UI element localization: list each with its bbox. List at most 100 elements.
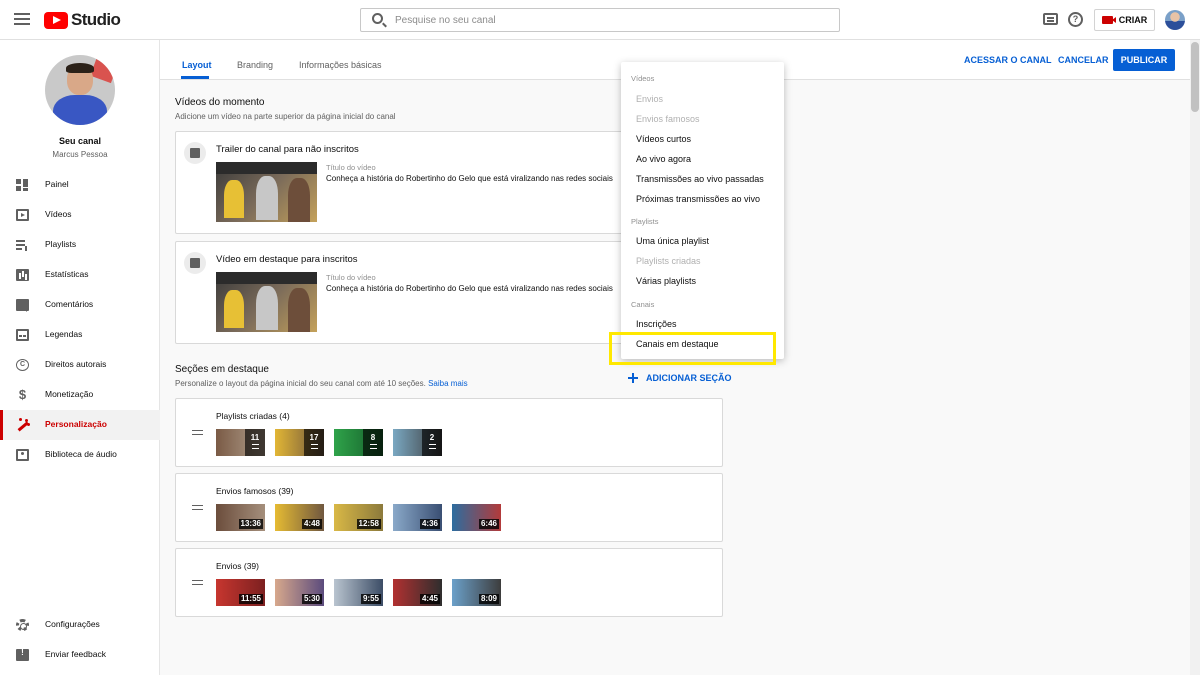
sidebar-item-feedback[interactable]: Enviar feedback: [0, 640, 160, 670]
menu-group-videos: Vídeos: [631, 74, 655, 83]
drag-handle-icon[interactable]: [192, 580, 203, 585]
drag-handle-icon[interactable]: [192, 430, 203, 435]
video-thumbnail[interactable]: 9:55: [334, 579, 383, 606]
menu-item-live-now[interactable]: Ao vivo agora: [636, 154, 691, 164]
video-thumbnail[interactable]: 4:48: [275, 504, 324, 531]
top-bar: Studio ? CRIAR: [0, 0, 1200, 40]
playlist-icon: [251, 444, 259, 449]
video-title-label: Título do vídeo: [326, 273, 376, 282]
spotlight-subtitle: Adicione um vídeo na parte superior da p…: [175, 112, 396, 121]
scrollbar-thumb[interactable]: [1191, 42, 1199, 112]
video-duration: 5:30: [301, 594, 322, 604]
playlist-thumbnail[interactable]: 17: [275, 429, 324, 456]
video-duration: 9:55: [360, 594, 381, 604]
create-button[interactable]: CRIAR: [1094, 9, 1155, 31]
playlist-thumbnail[interactable]: 8: [334, 429, 383, 456]
video-duration: 4:45: [419, 594, 440, 604]
sidebar-item-dashboard[interactable]: Painel: [0, 170, 160, 200]
magic-wand-icon: [16, 419, 29, 431]
menu-item-single-playlist[interactable]: Uma única playlist: [636, 236, 709, 246]
messages-icon[interactable]: [1043, 13, 1058, 25]
playlist-thumbnail[interactable]: 11: [216, 429, 265, 456]
account-avatar[interactable]: [1165, 10, 1185, 30]
menu-item-created-playlists: Playlists criadas: [636, 256, 701, 266]
sidebar-item-videos[interactable]: Vídeos: [0, 200, 160, 230]
search-input[interactable]: [395, 12, 815, 28]
video-thumbnail[interactable]: 4:36: [393, 504, 442, 531]
film-icon: [184, 142, 206, 164]
video-thumbnail[interactable]: [216, 272, 317, 332]
video-thumbnail[interactable]: 6:46: [452, 504, 501, 531]
tab-basic-info[interactable]: Informações básicas: [299, 60, 382, 70]
sidebar-item-label: Estatísticas: [45, 269, 89, 279]
featured-sections-subtitle: Personalize o layout da página inicial d…: [175, 379, 468, 388]
video-thumbnail[interactable]: 13:36: [216, 504, 265, 531]
menu-item-multiple-playlists[interactable]: Várias playlists: [636, 276, 696, 286]
active-tab-indicator: [181, 76, 209, 79]
menu-item-past-live[interactable]: Transmissões ao vivo passadas: [636, 174, 764, 184]
section-name: Envios famosos (39): [216, 486, 294, 496]
video-thumbnail[interactable]: [216, 162, 317, 222]
video-duration: 12:58: [356, 519, 381, 529]
video-thumbnail[interactable]: 8:09: [452, 579, 501, 606]
video-thumbnail[interactable]: 4:45: [393, 579, 442, 606]
menu-item-upcoming-live[interactable]: Próximas transmissões ao vivo: [636, 194, 760, 204]
search-icon[interactable]: [372, 13, 383, 24]
channel-avatar[interactable]: [45, 55, 115, 125]
sidebar-item-copyright[interactable]: C Direitos autorais: [0, 350, 160, 380]
video-duration: 8:09: [478, 594, 499, 604]
sidebar-item-label: Playlists: [45, 239, 77, 249]
video-title: Conheça a história do Robertinho do Gelo…: [326, 174, 613, 183]
sidebar-item-playlists[interactable]: Playlists: [0, 230, 160, 260]
menu-item-subscriptions[interactable]: Inscrições: [636, 319, 677, 329]
sidebar-item-subtitles[interactable]: Legendas: [0, 320, 160, 350]
tab-layout[interactable]: Layout: [182, 60, 212, 70]
view-channel-button[interactable]: ACESSAR O CANAL: [964, 55, 1052, 65]
video-duration: 4:48: [301, 519, 322, 529]
copyright-icon: C: [16, 359, 29, 371]
playlist-count: 17: [309, 433, 319, 442]
menu-item-shorts[interactable]: Vídeos curtos: [636, 134, 691, 144]
featured-video-icon: [184, 252, 206, 274]
video-title-label: Título do vídeo: [326, 163, 376, 172]
menu-group-channels: Canais: [631, 300, 655, 309]
sidebar-item-settings[interactable]: Configurações: [0, 610, 160, 640]
sidebar-item-customization[interactable]: Personalização: [0, 410, 160, 440]
sidebar-item-label: Direitos autorais: [45, 359, 107, 369]
video-duration: 4:36: [419, 519, 440, 529]
page-scrollbar[interactable]: [1190, 40, 1200, 675]
section-popular-uploads[interactable]: Envios famosos (39) 13:36 4:48 12:58 4:3…: [175, 473, 723, 542]
sidebar-item-label: Comentários: [45, 299, 94, 309]
help-icon[interactable]: ?: [1068, 12, 1083, 27]
analytics-icon: [16, 269, 29, 281]
video-duration: 6:46: [478, 519, 499, 529]
sidebar-item-analytics[interactable]: Estatísticas: [0, 260, 160, 290]
logo-text: Studio: [71, 10, 121, 29]
add-section-button[interactable]: ADICIONAR SEÇÃO: [628, 373, 732, 383]
comments-icon: [16, 299, 29, 312]
section-created-playlists[interactable]: Playlists criadas (4) 11 17 8 2: [175, 398, 723, 467]
youtube-studio-app: Studio ? CRIAR Seu canal Marcus Pessoa P…: [0, 0, 1200, 675]
video-thumbnail[interactable]: 12:58: [334, 504, 383, 531]
tab-branding[interactable]: Branding: [237, 60, 273, 70]
create-label: CRIAR: [1118, 15, 1148, 25]
drag-handle-icon[interactable]: [192, 505, 203, 510]
sidebar-item-label: Vídeos: [45, 209, 72, 219]
sidebar-item-label: Monetização: [45, 389, 94, 399]
sidebar-item-audio-library[interactable]: Biblioteca de áudio: [0, 440, 160, 470]
video-thumbnail[interactable]: 5:30: [275, 579, 324, 606]
video-thumbnail[interactable]: 11:55: [216, 579, 265, 606]
section-uploads[interactable]: Envios (39) 11:55 5:30 9:55 4:45 8:09: [175, 548, 723, 617]
cancel-button[interactable]: CANCELAR: [1058, 55, 1109, 65]
playlist-icon: [369, 444, 377, 449]
search-box: [360, 8, 840, 32]
studio-logo[interactable]: Studio: [44, 10, 121, 30]
sidebar-item-monetization[interactable]: $ Monetização: [0, 380, 160, 410]
sidebar-item-label: Legendas: [45, 329, 83, 339]
menu-icon[interactable]: [14, 13, 30, 27]
menu-group-playlists: Playlists: [631, 217, 659, 226]
playlist-thumbnail[interactable]: 2: [393, 429, 442, 456]
publish-button[interactable]: PUBLICAR: [1113, 49, 1175, 71]
learn-more-link[interactable]: Saiba mais: [428, 379, 468, 388]
sidebar-item-comments[interactable]: Comentários: [0, 290, 160, 320]
